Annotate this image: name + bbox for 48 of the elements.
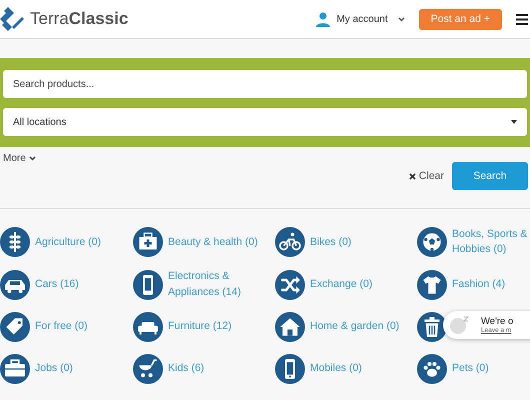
- category-link[interactable]: Kids (6): [168, 361, 204, 376]
- close-icon: [408, 172, 416, 180]
- category-link[interactable]: Electronics & Appliances (14): [168, 269, 275, 300]
- caret-icon: [511, 120, 517, 124]
- search-button[interactable]: Search: [452, 162, 528, 190]
- category-link[interactable]: Furniture (12): [168, 319, 232, 334]
- trash-can-icon[interactable]: [417, 312, 447, 342]
- baby-carriage-icon[interactable]: [133, 354, 163, 384]
- car-icon[interactable]: [0, 270, 30, 300]
- category-link[interactable]: Pets (0): [452, 361, 489, 376]
- logo-text[interactable]: TerraClassic: [30, 9, 128, 29]
- wheat-icon[interactable]: [0, 227, 30, 258]
- category-link[interactable]: For free (0): [35, 319, 88, 334]
- sofa-icon[interactable]: [133, 312, 163, 342]
- smartphone-icon[interactable]: [275, 354, 305, 384]
- briefcase-icon[interactable]: [0, 354, 30, 384]
- category-link[interactable]: Mobiles (0): [310, 361, 362, 376]
- sleeping-face-icon: [449, 316, 471, 334]
- category-link[interactable]: Cars (16): [35, 277, 79, 292]
- menu-icon[interactable]: [516, 12, 528, 26]
- chevron-down-icon: [398, 16, 405, 22]
- shuffle-icon[interactable]: [275, 270, 305, 300]
- category-link[interactable]: Beauty & health (0): [168, 234, 258, 250]
- category-link[interactable]: Home & garden (0): [310, 319, 400, 334]
- category-link[interactable]: Jobs (0): [35, 361, 73, 376]
- bicycle-icon[interactable]: [275, 227, 305, 258]
- account-menu[interactable]: My account: [314, 11, 405, 27]
- house-icon[interactable]: [275, 312, 305, 342]
- category-link[interactable]: Books, Sports & Hobbies (0): [452, 227, 530, 258]
- chat-status: We're o: [481, 316, 514, 327]
- category-link[interactable]: Exchange (0): [310, 277, 372, 292]
- smartphone-icon[interactable]: [133, 270, 163, 300]
- category-link[interactable]: Bikes (0): [310, 234, 352, 250]
- category-link[interactable]: Agriculture (0): [35, 234, 101, 250]
- tag-icon[interactable]: [0, 312, 30, 342]
- paw-icon[interactable]: [417, 354, 447, 384]
- category-link[interactable]: Fashion (4): [452, 277, 506, 292]
- soccer-ball-icon[interactable]: [417, 227, 447, 258]
- clear-button[interactable]: Clear: [408, 170, 444, 182]
- chevron-down-icon: [28, 156, 36, 161]
- first-aid-kit-icon[interactable]: [133, 227, 163, 258]
- logo-icon: [0, 5, 24, 33]
- user-icon: [314, 11, 331, 27]
- more-toggle[interactable]: More: [3, 153, 36, 164]
- location-dropdown[interactable]: All locations: [3, 108, 527, 136]
- search-field[interactable]: Search products...: [3, 70, 527, 98]
- t-shirt-icon[interactable]: [417, 270, 447, 300]
- post-ad-button[interactable]: Post an ad +: [418, 8, 502, 30]
